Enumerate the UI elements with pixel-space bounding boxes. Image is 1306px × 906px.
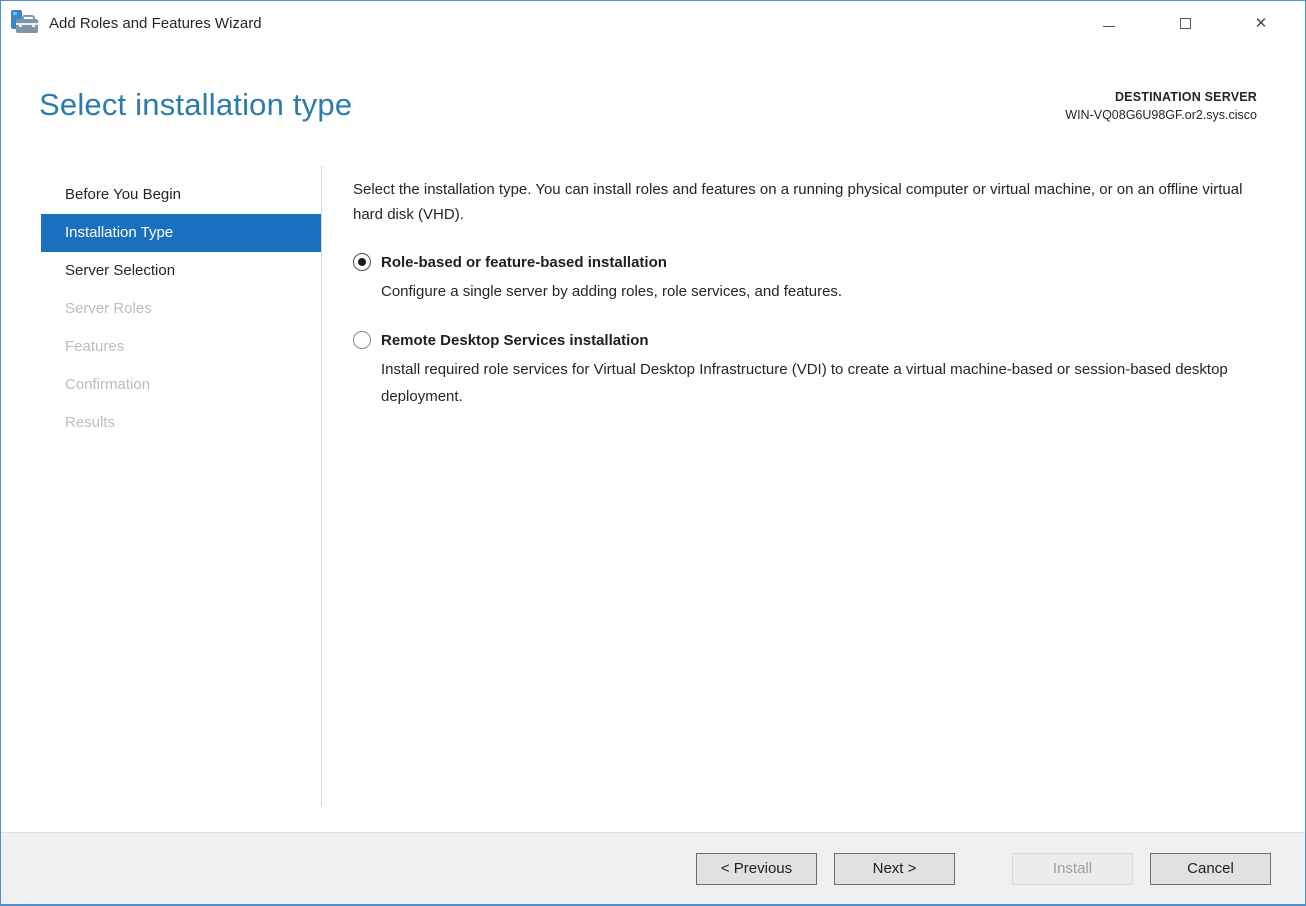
maximize-icon bbox=[1179, 17, 1191, 29]
remote-desktop-label[interactable]: Remote Desktop Services installation bbox=[381, 332, 649, 349]
toolbox-icon bbox=[11, 10, 41, 38]
sidebar-item-before-you-begin[interactable]: Before You Begin bbox=[41, 176, 321, 214]
sidebar-item-confirmation: Confirmation bbox=[65, 376, 151, 393]
sidebar-item-results: Results bbox=[65, 414, 116, 431]
previous-button[interactable]: < Previous bbox=[696, 852, 817, 885]
minimize-button[interactable] bbox=[1071, 1, 1147, 45]
maximize-button[interactable] bbox=[1147, 1, 1223, 45]
close-button[interactable]: ✕ bbox=[1223, 1, 1299, 45]
role-based-radio[interactable] bbox=[353, 253, 371, 271]
role-based-label[interactable]: Role-based or feature-based installation bbox=[381, 254, 667, 271]
footer-bar: < Previous Next > Install Cancel bbox=[1, 832, 1305, 904]
wizard-window: { "window": { "title": "Add Roles and Fe… bbox=[0, 0, 1306, 906]
sidebar-item-server-selection[interactable]: Server Selection bbox=[41, 252, 321, 290]
sidebar-separator bbox=[321, 166, 322, 806]
minimize-icon bbox=[1103, 25, 1115, 27]
window-controls: ✕ bbox=[1071, 1, 1299, 45]
option-role-based: Role-based or feature-based installation… bbox=[353, 253, 1269, 305]
intro-text: Select the installation type. You can in… bbox=[353, 181, 1243, 223]
destination-server-block: DESTINATION SERVER WIN-VQ08G6U98GF.or2.s… bbox=[1065, 88, 1257, 124]
wizard-steps-nav: Before You Begin Installation Type Serve… bbox=[41, 176, 321, 442]
page-title: Select installation type bbox=[39, 87, 353, 122]
role-based-description: Configure a single server by adding role… bbox=[381, 283, 843, 300]
sidebar-item-installation-type[interactable]: Installation Type bbox=[41, 214, 321, 252]
title-bar: Add Roles and Features Wizard ✕ bbox=[1, 1, 1305, 45]
close-icon: ✕ bbox=[1254, 14, 1268, 32]
remote-desktop-description: Install required role services for Virtu… bbox=[381, 361, 1228, 405]
remote-desktop-radio[interactable] bbox=[353, 331, 371, 349]
install-button: Install bbox=[1012, 852, 1133, 885]
destination-server-name: WIN-VQ08G6U98GF.or2.sys.cisco bbox=[1065, 108, 1257, 123]
window-title: Add Roles and Features Wizard bbox=[49, 14, 262, 32]
sidebar-item-features: Features bbox=[65, 338, 125, 355]
destination-server-label: DESTINATION SERVER bbox=[1114, 90, 1257, 104]
option-remote-desktop: Remote Desktop Services installation Ins… bbox=[353, 331, 1269, 410]
next-button[interactable]: Next > bbox=[834, 852, 955, 885]
sidebar-item-server-roles: Server Roles bbox=[65, 300, 152, 317]
main-content: Select the installation type. You can in… bbox=[353, 177, 1269, 410]
cancel-button[interactable]: Cancel bbox=[1150, 852, 1271, 885]
